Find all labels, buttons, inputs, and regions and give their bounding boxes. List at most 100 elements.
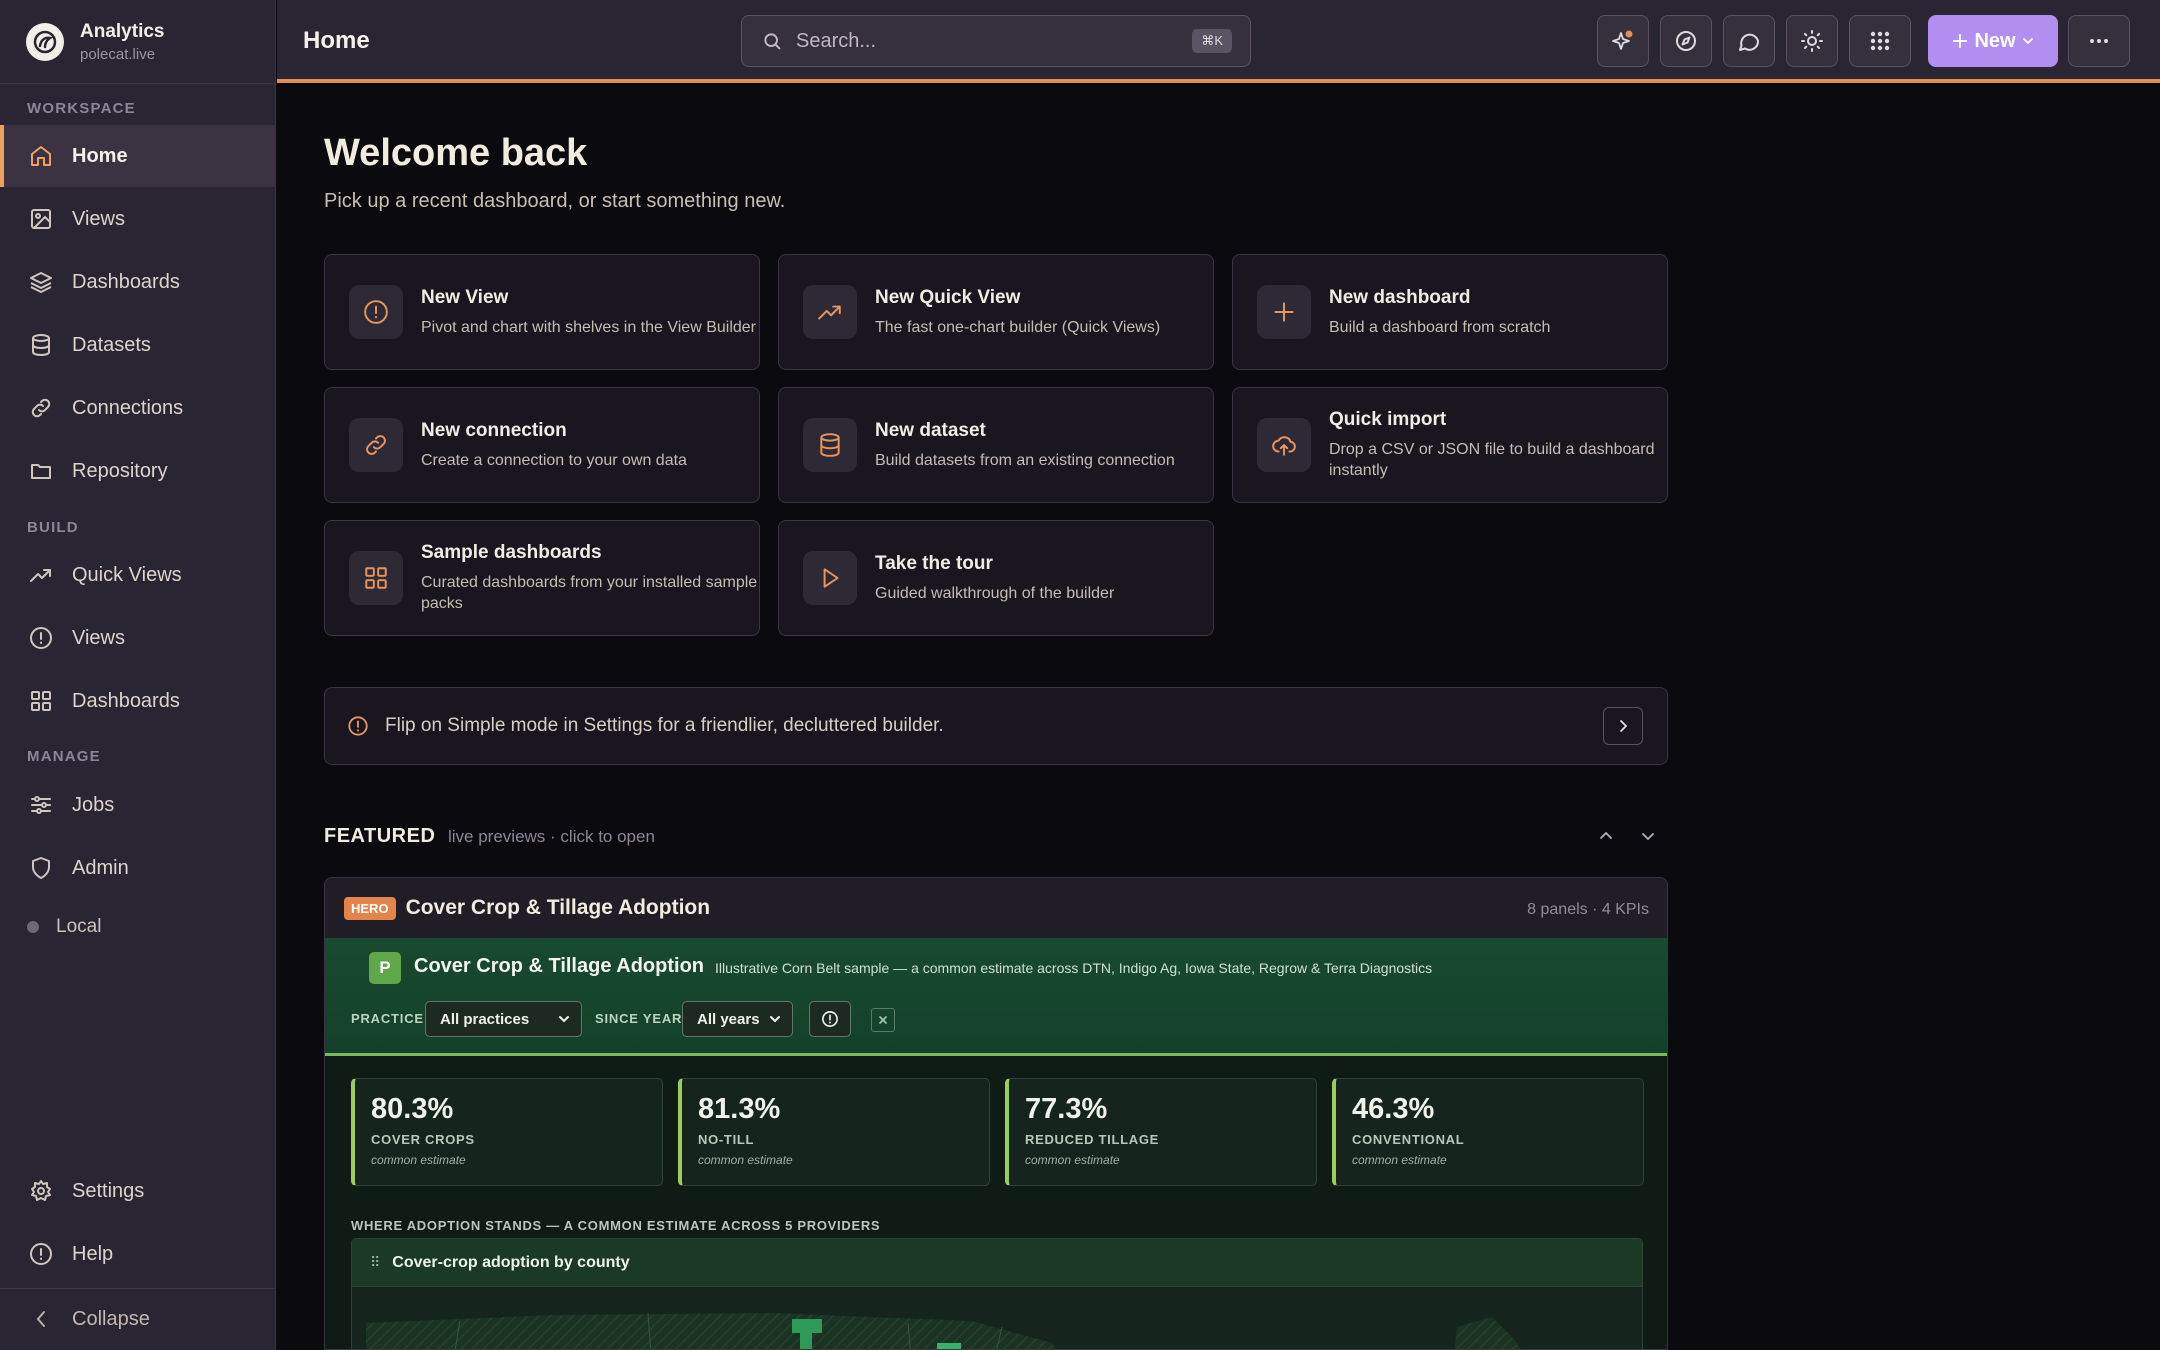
trending-icon: [803, 285, 857, 339]
sidebar-item-repository[interactable]: Repository: [0, 440, 275, 502]
kpi-label: REDUCED TILLAGE: [1025, 1132, 1159, 1147]
welcome-subtitle: Pick up a recent dashboard, or start som…: [324, 190, 786, 212]
info-icon: [821, 1010, 839, 1028]
section-label: WHERE ADOPTION STANDS — A COMMON ESTIMAT…: [351, 1218, 881, 1233]
ai-assistant-button[interactable]: [1597, 15, 1649, 67]
sidebar-item-datasets[interactable]: Datasets: [0, 314, 275, 376]
apps-button[interactable]: [1849, 15, 1911, 67]
search-placeholder: Search...: [796, 29, 877, 52]
drag-handle-icon[interactable]: ⠿: [370, 1254, 380, 1271]
card-take-the-tour[interactable]: Take the tour Guided walkthrough of the b…: [778, 520, 1214, 636]
select-caret-icon: [768, 1012, 782, 1026]
sidebar-item-jobs[interactable]: Jobs: [0, 774, 275, 836]
since-year-select-value: All years: [697, 1010, 760, 1028]
kpi-card: 77.3% REDUCED TILLAGE common estimate: [1005, 1078, 1317, 1186]
card-description: Build datasets from an existing connecti…: [875, 451, 1175, 469]
explore-button[interactable]: [1660, 15, 1712, 67]
image-icon: [28, 206, 54, 232]
card-description: Curated dashboards from your installed s…: [421, 574, 758, 612]
sidebar-item-label: Admin: [72, 856, 129, 879]
close-icon: [878, 1015, 888, 1025]
card-new-dataset[interactable]: New dataset Build datasets from an existi…: [778, 387, 1214, 503]
sidebar-item-label: Quick Views: [72, 563, 182, 586]
sidebar-item-dashboards[interactable]: Dashboards: [0, 251, 275, 313]
kpi-value: 77.3%: [1025, 1093, 1108, 1125]
shield-icon: [28, 855, 54, 881]
since-year-select[interactable]: All years: [682, 1001, 793, 1037]
card-title: Take the tour: [875, 552, 993, 574]
card-new-connection[interactable]: New connection Create a connection to you…: [324, 387, 760, 503]
sidebar-item-help[interactable]: Help: [0, 1223, 275, 1285]
sidebar-item-build-dashboards[interactable]: Dashboards: [0, 670, 275, 732]
play-icon: [803, 551, 857, 605]
card-quick-import[interactable]: Quick import Drop a CSV or JSON file to b…: [1232, 387, 1668, 503]
link-icon: [349, 418, 403, 472]
sparkle-icon: [1611, 29, 1635, 53]
sidebar-item-connections[interactable]: Connections: [0, 377, 275, 439]
card-description: Build a dashboard from scratch: [1329, 318, 1551, 336]
trending-icon: [28, 562, 54, 588]
sidebar-item-build-views[interactable]: Views: [0, 607, 275, 669]
card-sample-dashboards[interactable]: Sample dashboards Curated dashboards from…: [324, 520, 760, 636]
brand-logo-icon: [26, 22, 64, 61]
card-new-quick-view[interactable]: New Quick View The fast one-chart builder…: [778, 254, 1214, 370]
search-shortcut: ⌘K: [1192, 29, 1232, 53]
search-input[interactable]: Search... ⌘K: [741, 15, 1251, 67]
new-button[interactable]: New: [1928, 15, 2058, 67]
chat-icon: [1737, 29, 1761, 53]
practice-select-value: All practices: [440, 1010, 530, 1028]
practice-select[interactable]: All practices: [425, 1001, 582, 1037]
local-environment[interactable]: Local: [27, 916, 101, 938]
kpi-value: 46.3%: [1352, 1093, 1435, 1125]
collapse-button[interactable]: Collapse: [0, 1288, 275, 1350]
kpi-card: 46.3% CONVENTIONAL common estimate: [1332, 1078, 1644, 1186]
kpi-card: 80.3% COVER CROPS common estimate: [351, 1078, 663, 1186]
brand[interactable]: Analytics polecat.live: [0, 0, 275, 84]
clear-filters-button[interactable]: [871, 1008, 895, 1032]
card-description: Pivot and chart with shelves in the View…: [421, 318, 756, 336]
folder-icon: [28, 458, 54, 484]
sliders-icon: [28, 792, 54, 818]
sidebar-item-label: Views: [72, 207, 125, 230]
info-icon: [347, 715, 369, 737]
filter-info-button[interactable]: [809, 1001, 851, 1037]
simple-mode-tip: Flip on Simple mode in Settings for a fr…: [324, 687, 1668, 765]
kpi-value: 80.3%: [371, 1093, 454, 1125]
kpi-note: common estimate: [698, 1153, 793, 1167]
plus-icon: [1257, 285, 1311, 339]
chevron-right-icon: [1616, 719, 1630, 733]
grid-icon: [349, 551, 403, 605]
sidebar-item-label: Connections: [72, 396, 184, 419]
featured-dashboard-card[interactable]: HERO Cover Crop & Tillage Adoption 8 pan…: [324, 877, 1668, 1350]
sidebar-item-home[interactable]: Home: [0, 125, 275, 187]
preview-title: Cover Crop & Tillage Adoption: [414, 955, 705, 977]
sidebar-item-label: Datasets: [72, 333, 151, 356]
help-circle-icon: [28, 1241, 54, 1267]
messages-button[interactable]: [1723, 15, 1775, 67]
dashboard-preview: P Cover Crop & Tillage Adoption Illustra…: [325, 938, 1667, 1349]
database-icon: [28, 332, 54, 358]
sidebar-item-admin[interactable]: Admin: [0, 837, 275, 899]
sidebar-item-views[interactable]: Views: [0, 188, 275, 250]
compass-icon: [1674, 29, 1698, 53]
sidebar-item-settings[interactable]: Settings: [0, 1160, 275, 1222]
grid-icon: [28, 688, 54, 714]
featured-heading: FEATURED: [324, 825, 436, 847]
card-new-dashboard[interactable]: New dashboard Build a dashboard from scra…: [1232, 254, 1668, 370]
tip-text: Flip on Simple mode in Settings for a fr…: [385, 715, 944, 736]
sun-icon: [1800, 29, 1824, 53]
ellipsis-icon: [2089, 38, 2109, 44]
card-new-view[interactable]: New View Pivot and chart with shelves in …: [324, 254, 760, 370]
more-options-button[interactable]: [2068, 15, 2130, 67]
card-title: Quick import: [1329, 409, 1447, 430]
theme-toggle-button[interactable]: [1786, 15, 1838, 67]
database-icon: [803, 418, 857, 472]
county-map: [366, 1312, 1521, 1349]
featured-prev-button[interactable]: [1593, 823, 1619, 849]
local-label: Local: [56, 916, 102, 937]
preview-logo: P: [369, 952, 401, 984]
featured-next-button[interactable]: [1635, 823, 1661, 849]
chevron-down-icon: [2022, 35, 2034, 47]
sidebar-item-quick-views[interactable]: Quick Views: [0, 544, 275, 606]
tip-open-button[interactable]: [1603, 707, 1643, 745]
